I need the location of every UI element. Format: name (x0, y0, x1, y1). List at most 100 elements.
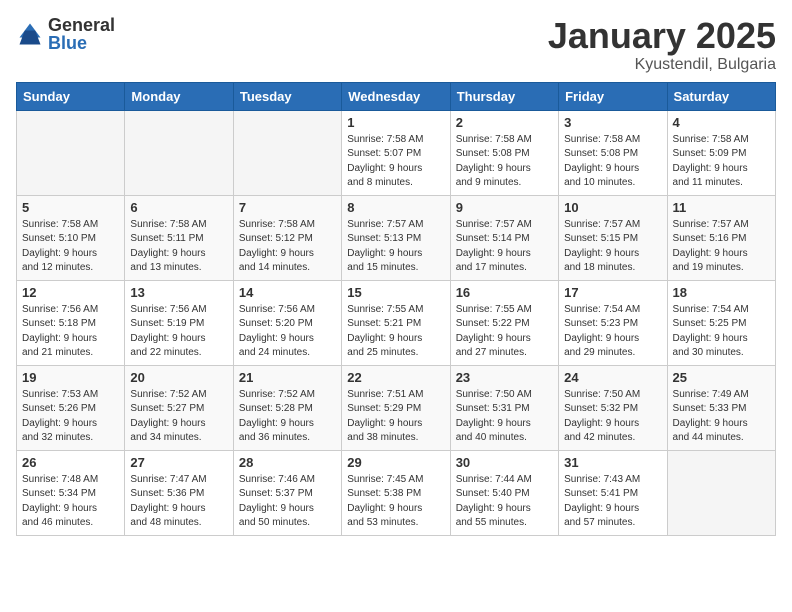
day-info: Sunrise: 7:58 AM Sunset: 5:11 PM Dayligh… (130, 218, 227, 276)
day-info: Sunrise: 7:52 AM Sunset: 5:28 PM Dayligh… (239, 388, 336, 446)
day-number: 5 (22, 200, 119, 215)
day-number: 13 (130, 285, 227, 300)
day-header-wednesday: Wednesday (342, 82, 450, 110)
day-header-tuesday: Tuesday (233, 82, 341, 110)
week-row-4: 19 Sunrise: 7:53 AM Sunset: 5:26 PM Dayli… (17, 365, 776, 450)
calendar-cell: 17Sunrise: 7:54 AM Sunset: 5:23 PM Dayli… (559, 280, 667, 365)
calendar-cell: 16Sunrise: 7:55 AM Sunset: 5:22 PM Dayli… (450, 280, 558, 365)
calendar-cell: 5 Sunrise: 7:58 AM Sunset: 5:10 PM Daylig… (17, 195, 125, 280)
day-info: Sunrise: 7:54 AM Sunset: 5:23 PM Dayligh… (564, 303, 661, 361)
week-row-3: 12 Sunrise: 7:56 AM Sunset: 5:18 PM Dayli… (17, 280, 776, 365)
calendar-cell: 24Sunrise: 7:50 AM Sunset: 5:32 PM Dayli… (559, 365, 667, 450)
day-number: 30 (456, 455, 553, 470)
day-number: 23 (456, 370, 553, 385)
day-info: Sunrise: 7:54 AM Sunset: 5:25 PM Dayligh… (673, 303, 770, 361)
day-number: 8 (347, 200, 444, 215)
day-info: Sunrise: 7:45 AM Sunset: 5:38 PM Dayligh… (347, 473, 444, 531)
calendar-cell: 7 Sunrise: 7:58 AM Sunset: 5:12 PM Daylig… (233, 195, 341, 280)
calendar-cell: 10 Sunrise: 7:57 AM Sunset: 5:15 PM Dayli… (559, 195, 667, 280)
day-info: Sunrise: 7:57 AM Sunset: 5:13 PM Dayligh… (347, 218, 444, 276)
day-number: 1 (347, 115, 444, 130)
day-number: 16 (456, 285, 553, 300)
week-row-2: 5 Sunrise: 7:58 AM Sunset: 5:10 PM Daylig… (17, 195, 776, 280)
calendar-cell: 14 Sunrise: 7:56 AM Sunset: 5:20 PM Dayli… (233, 280, 341, 365)
day-number: 28 (239, 455, 336, 470)
logo: General Blue (16, 16, 115, 52)
day-info: Sunrise: 7:53 AM Sunset: 5:26 PM Dayligh… (22, 388, 119, 446)
calendar-cell: 26 Sunrise: 7:48 AM Sunset: 5:34 PM Dayli… (17, 450, 125, 535)
day-number: 7 (239, 200, 336, 215)
calendar-cell: 29 Sunrise: 7:45 AM Sunset: 5:38 PM Dayli… (342, 450, 450, 535)
day-number: 31 (564, 455, 661, 470)
calendar-cell: 11 Sunrise: 7:57 AM Sunset: 5:16 PM Dayli… (667, 195, 775, 280)
day-number: 2 (456, 115, 553, 130)
day-info: Sunrise: 7:57 AM Sunset: 5:16 PM Dayligh… (673, 218, 770, 276)
calendar-cell (667, 450, 775, 535)
day-info: Sunrise: 7:58 AM Sunset: 5:09 PM Dayligh… (673, 133, 770, 191)
day-info: Sunrise: 7:58 AM Sunset: 5:07 PM Dayligh… (347, 133, 444, 191)
day-number: 19 (22, 370, 119, 385)
day-info: Sunrise: 7:56 AM Sunset: 5:18 PM Dayligh… (22, 303, 119, 361)
day-number: 20 (130, 370, 227, 385)
day-info: Sunrise: 7:48 AM Sunset: 5:34 PM Dayligh… (22, 473, 119, 531)
day-number: 25 (673, 370, 770, 385)
day-number: 3 (564, 115, 661, 130)
day-info: Sunrise: 7:56 AM Sunset: 5:19 PM Dayligh… (130, 303, 227, 361)
day-info: Sunrise: 7:57 AM Sunset: 5:15 PM Dayligh… (564, 218, 661, 276)
day-number: 14 (239, 285, 336, 300)
day-number: 22 (347, 370, 444, 385)
calendar-cell: 18 Sunrise: 7:54 AM Sunset: 5:25 PM Dayli… (667, 280, 775, 365)
day-header-saturday: Saturday (667, 82, 775, 110)
day-header-sunday: Sunday (17, 82, 125, 110)
day-header-friday: Friday (559, 82, 667, 110)
calendar-cell: 2Sunrise: 7:58 AM Sunset: 5:08 PM Daylig… (450, 110, 558, 195)
day-info: Sunrise: 7:58 AM Sunset: 5:10 PM Dayligh… (22, 218, 119, 276)
day-info: Sunrise: 7:56 AM Sunset: 5:20 PM Dayligh… (239, 303, 336, 361)
day-number: 26 (22, 455, 119, 470)
calendar-cell: 15Sunrise: 7:55 AM Sunset: 5:21 PM Dayli… (342, 280, 450, 365)
calendar-cell: 22 Sunrise: 7:51 AM Sunset: 5:29 PM Dayli… (342, 365, 450, 450)
day-info: Sunrise: 7:51 AM Sunset: 5:29 PM Dayligh… (347, 388, 444, 446)
calendar-cell: 27 Sunrise: 7:47 AM Sunset: 5:36 PM Dayli… (125, 450, 233, 535)
week-row-5: 26 Sunrise: 7:48 AM Sunset: 5:34 PM Dayli… (17, 450, 776, 535)
calendar-cell: 9 Sunrise: 7:57 AM Sunset: 5:14 PM Daylig… (450, 195, 558, 280)
day-info: Sunrise: 7:47 AM Sunset: 5:36 PM Dayligh… (130, 473, 227, 531)
logo-blue-text: Blue (48, 34, 115, 52)
calendar-cell: 19 Sunrise: 7:53 AM Sunset: 5:26 PM Dayli… (17, 365, 125, 450)
day-number: 9 (456, 200, 553, 215)
day-number: 29 (347, 455, 444, 470)
logo-icon (16, 20, 44, 48)
day-info: Sunrise: 7:58 AM Sunset: 5:08 PM Dayligh… (564, 133, 661, 191)
day-number: 11 (673, 200, 770, 215)
calendar-cell: 28Sunrise: 7:46 AM Sunset: 5:37 PM Dayli… (233, 450, 341, 535)
day-info: Sunrise: 7:58 AM Sunset: 5:12 PM Dayligh… (239, 218, 336, 276)
title-block: January 2025 Kyustendil, Bulgaria (548, 16, 776, 74)
days-header-row: SundayMondayTuesdayWednesdayThursdayFrid… (17, 82, 776, 110)
calendar-cell (125, 110, 233, 195)
day-number: 15 (347, 285, 444, 300)
day-number: 6 (130, 200, 227, 215)
calendar-cell: 31Sunrise: 7:43 AM Sunset: 5:41 PM Dayli… (559, 450, 667, 535)
calendar-cell: 12 Sunrise: 7:56 AM Sunset: 5:18 PM Dayli… (17, 280, 125, 365)
calendar-table: SundayMondayTuesdayWednesdayThursdayFrid… (16, 82, 776, 536)
calendar-cell: 1 Sunrise: 7:58 AM Sunset: 5:07 PM Daylig… (342, 110, 450, 195)
calendar-cell: 20Sunrise: 7:52 AM Sunset: 5:27 PM Dayli… (125, 365, 233, 450)
day-info: Sunrise: 7:49 AM Sunset: 5:33 PM Dayligh… (673, 388, 770, 446)
calendar-cell (17, 110, 125, 195)
calendar-cell: 25 Sunrise: 7:49 AM Sunset: 5:33 PM Dayli… (667, 365, 775, 450)
day-info: Sunrise: 7:50 AM Sunset: 5:31 PM Dayligh… (456, 388, 553, 446)
day-number: 12 (22, 285, 119, 300)
logo-general-text: General (48, 16, 115, 34)
day-number: 18 (673, 285, 770, 300)
calendar-cell: 30Sunrise: 7:44 AM Sunset: 5:40 PM Dayli… (450, 450, 558, 535)
day-number: 27 (130, 455, 227, 470)
calendar-cell: 6 Sunrise: 7:58 AM Sunset: 5:11 PM Daylig… (125, 195, 233, 280)
calendar-cell: 13 Sunrise: 7:56 AM Sunset: 5:19 PM Dayli… (125, 280, 233, 365)
week-row-1: 1 Sunrise: 7:58 AM Sunset: 5:07 PM Daylig… (17, 110, 776, 195)
day-info: Sunrise: 7:57 AM Sunset: 5:14 PM Dayligh… (456, 218, 553, 276)
day-number: 10 (564, 200, 661, 215)
location: Kyustendil, Bulgaria (548, 56, 776, 74)
calendar-cell: 8 Sunrise: 7:57 AM Sunset: 5:13 PM Daylig… (342, 195, 450, 280)
calendar-cell: 3 Sunrise: 7:58 AM Sunset: 5:08 PM Daylig… (559, 110, 667, 195)
calendar-cell (233, 110, 341, 195)
